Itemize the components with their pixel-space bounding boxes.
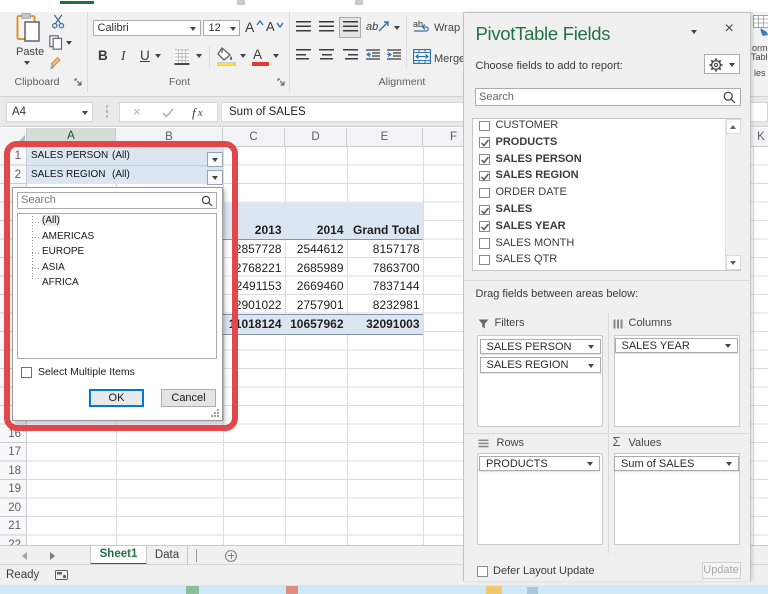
- svg-text:ab: ab: [413, 19, 423, 29]
